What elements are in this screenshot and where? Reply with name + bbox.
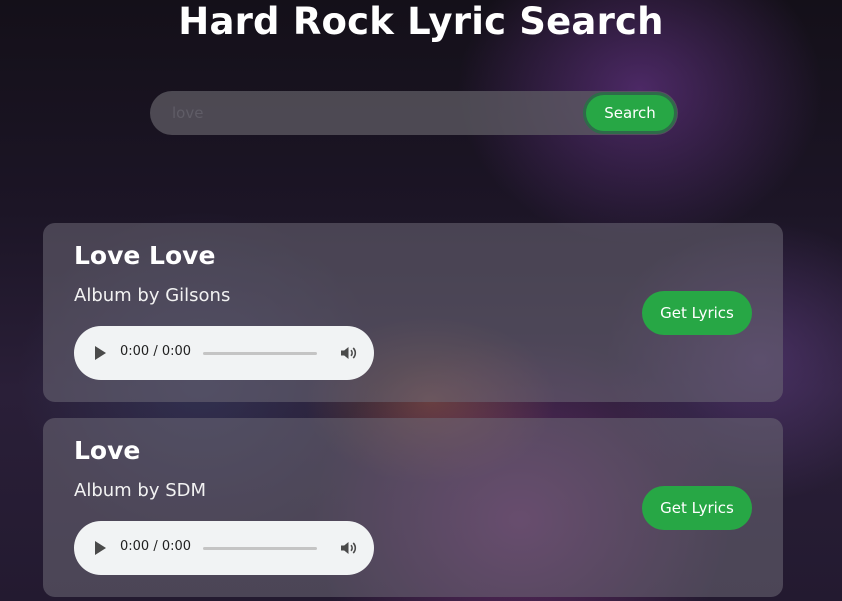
song-artist: Album by SDM [74, 480, 207, 501]
volume-icon[interactable] [338, 343, 358, 363]
audio-player: 0:00 / 0:00 [74, 521, 374, 575]
search-input[interactable] [150, 91, 590, 135]
audio-progress-slider[interactable] [203, 547, 317, 550]
song-title: Love [74, 436, 141, 465]
play-icon[interactable] [95, 541, 106, 555]
search-bar: Search [150, 91, 678, 135]
audio-progress-slider[interactable] [203, 352, 317, 355]
play-icon[interactable] [95, 346, 106, 360]
get-lyrics-button[interactable]: Get Lyrics [642, 486, 752, 530]
audio-time: 0:00 / 0:00 [120, 539, 192, 554]
song-title: Love Love [74, 241, 216, 270]
result-card: Love Album by SDM 0:00 / 0:00 Get Lyrics [43, 418, 783, 597]
result-card: Love Love Album by Gilsons 0:00 / 0:00 G… [43, 223, 783, 402]
audio-player: 0:00 / 0:00 [74, 326, 374, 380]
audio-time: 0:00 / 0:00 [120, 344, 192, 359]
page-title: Hard Rock Lyric Search [178, 0, 664, 43]
get-lyrics-button[interactable]: Get Lyrics [642, 291, 752, 335]
volume-icon[interactable] [338, 538, 358, 558]
search-button[interactable]: Search [583, 92, 677, 134]
song-artist: Album by Gilsons [74, 285, 231, 306]
